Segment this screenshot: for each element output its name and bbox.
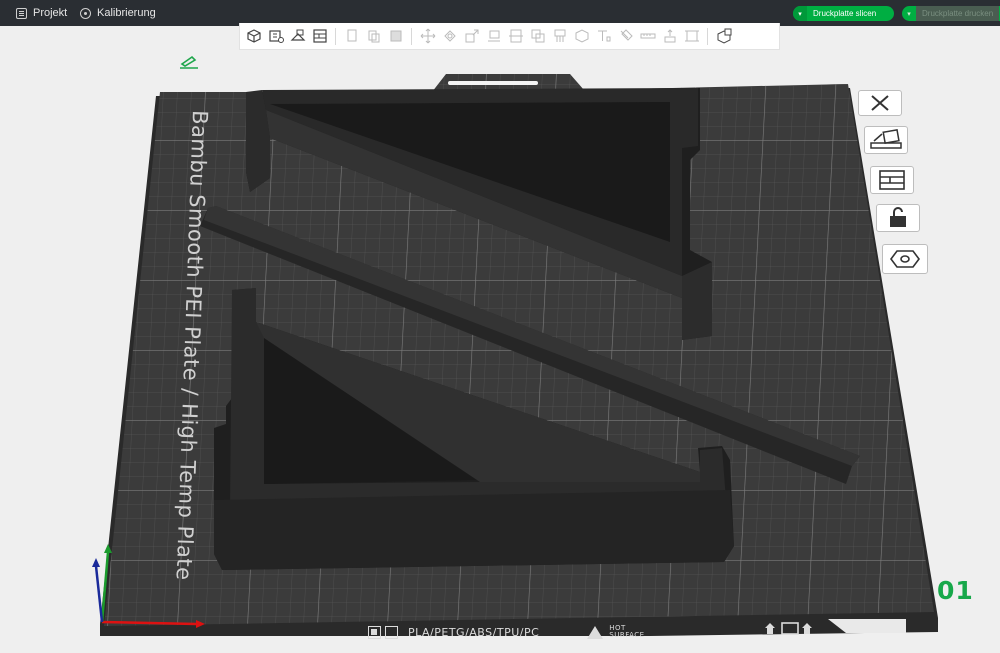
plate-info-bar: PLA/PETG/ABS/TPU/PC HOT SURFACE bbox=[368, 622, 645, 642]
menu-calibration-label: Kalibrierung bbox=[97, 7, 156, 19]
plate-type-icon bbox=[368, 625, 381, 639]
auto-orient-icon[interactable] bbox=[288, 27, 307, 46]
move-icon bbox=[418, 27, 437, 46]
seam-paint-icon bbox=[572, 27, 591, 46]
cut-icon bbox=[506, 27, 525, 46]
auto-orient-icon[interactable] bbox=[864, 126, 908, 154]
edit-plate-name-icon[interactable] bbox=[178, 54, 200, 70]
settings-icon[interactable] bbox=[882, 244, 928, 274]
arrange-icon[interactable] bbox=[310, 27, 329, 46]
toolbar-separator bbox=[707, 27, 708, 45]
plate-type-icon bbox=[385, 625, 398, 639]
rotate-icon bbox=[440, 27, 459, 46]
assembly-icon bbox=[660, 27, 679, 46]
bbox-icon bbox=[682, 27, 701, 46]
delete-icon bbox=[386, 27, 405, 46]
view-icon[interactable] bbox=[714, 27, 733, 46]
support-paint-icon bbox=[550, 27, 569, 46]
add-cube-icon[interactable] bbox=[244, 27, 263, 46]
paste-icon bbox=[364, 27, 383, 46]
calibration-icon bbox=[80, 7, 91, 19]
close-icon[interactable] bbox=[858, 90, 902, 116]
warning-icon bbox=[587, 625, 604, 639]
text-icon bbox=[594, 27, 613, 46]
plate-materials: PLA/PETG/ABS/TPU/PC bbox=[408, 625, 540, 639]
menu-project[interactable]: Projekt bbox=[16, 5, 67, 21]
arrange-icon[interactable] bbox=[870, 166, 914, 194]
print-plate-label: Druckplatte drucken bbox=[916, 6, 1000, 21]
toolbar-separator bbox=[411, 27, 412, 45]
mesh-boolean-icon bbox=[528, 27, 547, 46]
chevron-down-icon[interactable]: ▾ bbox=[793, 6, 807, 21]
slice-plate-button[interactable]: ▾ Druckplatte slicen bbox=[793, 6, 894, 21]
menu-project-label: Projekt bbox=[33, 7, 68, 19]
build-plate-scene[interactable]: Bambu Smooth PEI Plate / High Temp Plate bbox=[0, 50, 1000, 653]
color-paint-icon bbox=[616, 27, 635, 46]
lock-icon[interactable] bbox=[876, 204, 920, 232]
lay-on-face-icon bbox=[484, 27, 503, 46]
print-plate-button[interactable]: ▾ Druckplatte drucken bbox=[902, 6, 1000, 21]
plate-handle bbox=[448, 81, 538, 85]
plate-number: 01 bbox=[937, 576, 974, 605]
plate-corner-tab bbox=[828, 619, 906, 633]
chevron-down-icon[interactable]: ▾ bbox=[902, 6, 916, 21]
toolbar-separator bbox=[335, 27, 336, 45]
surface-label: SURFACE bbox=[609, 631, 645, 639]
menu-calibration[interactable]: Kalibrierung bbox=[80, 5, 156, 21]
document-icon bbox=[16, 7, 27, 19]
slice-plate-label: Druckplatte slicen bbox=[813, 9, 877, 18]
plate-lift-icons bbox=[765, 622, 812, 635]
scale-icon bbox=[462, 27, 481, 46]
hot-surface-warning: HOT SURFACE bbox=[587, 625, 644, 639]
measure-icon bbox=[638, 27, 657, 46]
add-plate-icon[interactable] bbox=[266, 27, 285, 46]
copy-icon bbox=[342, 27, 361, 46]
object-toolbar bbox=[239, 23, 780, 50]
